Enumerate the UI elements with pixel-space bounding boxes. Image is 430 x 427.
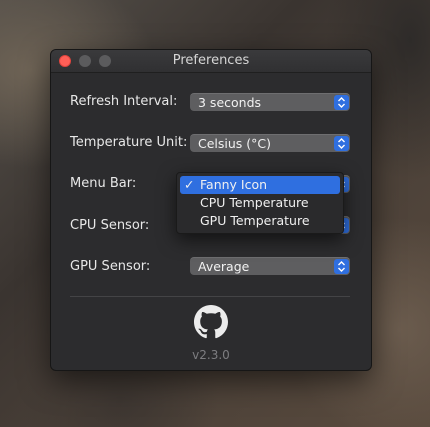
menu-item-fanny-icon[interactable]: ✓ Fanny Icon [180,176,340,194]
title-bar[interactable]: Preferences [51,50,371,73]
gpu-sensor-label: GPU Sensor: [70,259,151,274]
menu-item-label: GPU Temperature [200,213,310,228]
refresh-interval-label: Refresh Interval: [70,94,178,109]
gpu-sensor-popup[interactable]: Average [190,257,350,275]
temperature-unit-popup[interactable]: Celsius (°C) [190,134,350,152]
divider [70,296,350,297]
menu-bar-dropdown: ✓ Fanny Icon CPU Temperature GPU Tempera… [176,172,344,234]
window-title: Preferences [172,53,250,68]
menu-item-cpu-temperature[interactable]: CPU Temperature [180,194,340,212]
popup-arrows-icon [334,136,349,151]
gpu-sensor-value: Average [198,259,250,274]
menu-bar-label: Menu Bar: [70,176,137,191]
checkmark-icon: ✓ [184,177,195,192]
refresh-interval-popup[interactable]: 3 seconds [190,93,350,111]
menu-item-gpu-temperature[interactable]: GPU Temperature [180,212,340,230]
menu-item-label: CPU Temperature [200,195,309,210]
popup-arrows-icon [334,259,349,274]
cpu-sensor-label: CPU Sensor: [70,218,150,233]
github-icon[interactable] [194,305,228,339]
popup-arrows-icon [334,95,349,110]
version-label: v2.3.0 [192,348,230,362]
refresh-interval-value: 3 seconds [198,95,262,110]
temperature-unit-label: Temperature Unit: [70,135,188,150]
temperature-unit-value: Celsius (°C) [198,136,272,151]
menu-item-label: Fanny Icon [200,177,268,192]
